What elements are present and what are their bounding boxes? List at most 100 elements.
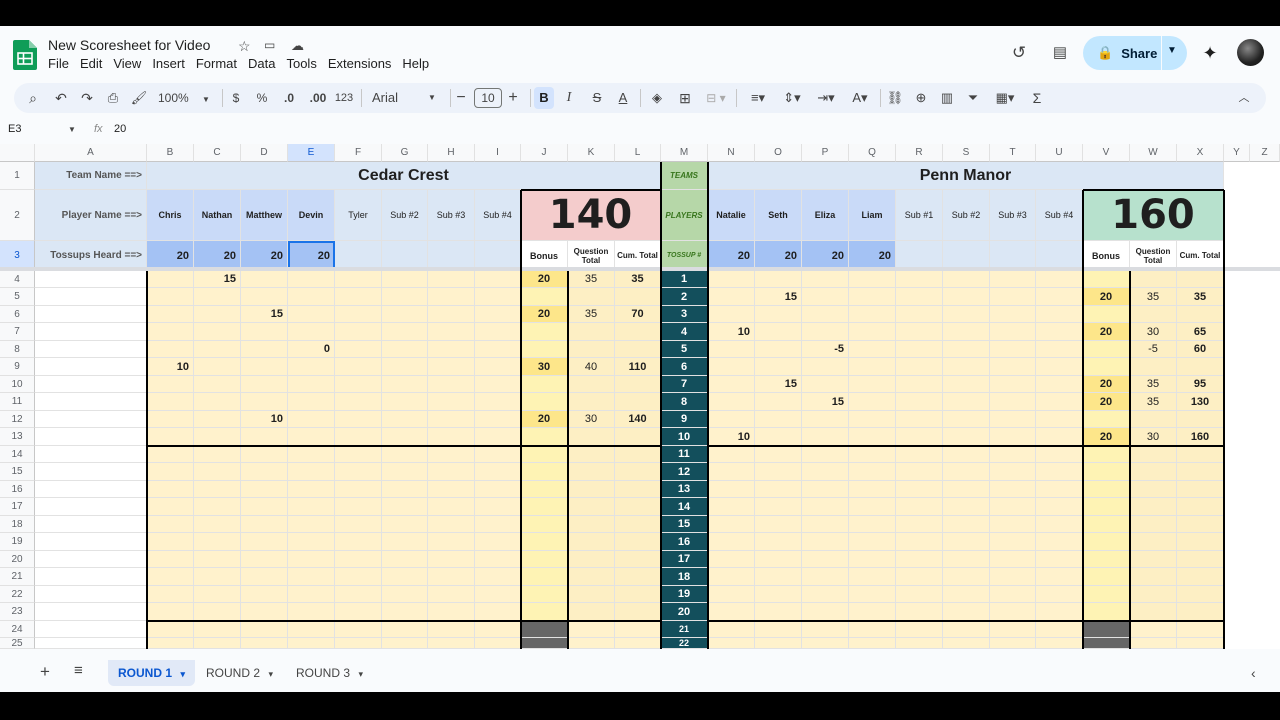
frozen-row-divider[interactable] [0, 267, 1280, 271]
document-title[interactable]: New Scoresheet for Video [48, 37, 210, 53]
total-cell[interactable] [568, 621, 615, 638]
score-cell[interactable] [849, 516, 896, 533]
score-cell[interactable] [708, 498, 755, 516]
score-cell[interactable] [382, 568, 428, 586]
score-cell[interactable] [708, 306, 755, 323]
total-cell[interactable] [1130, 498, 1177, 516]
score-cell[interactable] [1036, 516, 1083, 533]
score-cell[interactable] [896, 568, 943, 586]
score-cell[interactable] [241, 638, 288, 649]
score-cell[interactable] [802, 533, 849, 551]
score-cell[interactable] [990, 323, 1036, 341]
blank-cell[interactable] [35, 358, 147, 376]
bonus-value[interactable]: 20 [1083, 376, 1130, 393]
blank-cell[interactable] [35, 288, 147, 306]
blank-cell[interactable] [35, 446, 147, 463]
horizontal-align-icon[interactable]: ≡▾ [744, 87, 772, 109]
score-cell[interactable] [755, 323, 802, 341]
bonus-value[interactable]: 20 [1083, 288, 1130, 306]
row-header-24[interactable]: 24 [0, 621, 35, 638]
tossup-number[interactable]: 2 [661, 288, 708, 306]
score-cell[interactable] [194, 568, 241, 586]
score-cell[interactable] [849, 288, 896, 306]
score-cell[interactable] [194, 533, 241, 551]
score-cell[interactable] [943, 603, 990, 621]
score-cell[interactable] [849, 603, 896, 621]
score-cell[interactable] [428, 481, 475, 498]
team-name-penn-manor[interactable]: Penn Manor [708, 162, 1224, 190]
total-cell[interactable] [1130, 306, 1177, 323]
score-cell[interactable] [288, 323, 335, 341]
score-cell[interactable] [335, 551, 382, 568]
score-cell[interactable] [708, 533, 755, 551]
total-cell[interactable] [1130, 516, 1177, 533]
total-cell[interactable] [1177, 516, 1224, 533]
player-name-sub3[interactable]: Sub #3 [990, 190, 1036, 241]
score-cell[interactable] [755, 393, 802, 411]
collapse-toolbar-icon[interactable]: ︿ [1236, 87, 1252, 109]
tossup-number[interactable]: 19 [661, 586, 708, 603]
column-header-m[interactable]: M [661, 144, 708, 162]
score-cell[interactable] [382, 306, 428, 323]
score-cell[interactable] [382, 271, 428, 288]
score-cell[interactable] [849, 638, 896, 649]
tossup-number[interactable]: 10 [661, 428, 708, 446]
cum-total-value[interactable]: 60 [1177, 341, 1224, 358]
tossup-number[interactable]: 3 [661, 306, 708, 323]
insert-comment-icon[interactable]: ⊕ [912, 87, 930, 109]
tossup-number[interactable]: 1 [661, 271, 708, 288]
bonus-cell[interactable] [521, 638, 568, 649]
score-cell[interactable] [288, 603, 335, 621]
total-cell[interactable] [568, 428, 615, 446]
score-cell[interactable] [288, 411, 335, 428]
score-cell[interactable] [335, 323, 382, 341]
score-cell[interactable] [428, 341, 475, 358]
total-cell[interactable] [1177, 621, 1224, 638]
player-name-sub2[interactable]: Sub #2 [382, 190, 428, 241]
blank-cell[interactable] [35, 393, 147, 411]
column-header-o[interactable]: O [755, 144, 802, 162]
total-cell[interactable] [568, 446, 615, 463]
score-cell[interactable] [896, 376, 943, 393]
score-cell[interactable] [755, 586, 802, 603]
score-cell[interactable] [147, 603, 194, 621]
column-header-z[interactable]: Z [1250, 144, 1280, 162]
score-cell[interactable] [335, 288, 382, 306]
bonus-value[interactable]: 30 [521, 358, 568, 376]
total-cell[interactable] [568, 586, 615, 603]
score-cell[interactable] [335, 533, 382, 551]
score-cell[interactable] [147, 516, 194, 533]
cum-total-value[interactable]: 95 [1177, 376, 1224, 393]
score-cell[interactable] [147, 393, 194, 411]
total-cell[interactable] [568, 551, 615, 568]
bonus-cell[interactable] [521, 533, 568, 551]
score-cell[interactable] [802, 498, 849, 516]
total-cell[interactable] [568, 603, 615, 621]
score-cell[interactable] [708, 586, 755, 603]
text-wrapping-icon[interactable]: ⇥▾ [812, 87, 840, 109]
bonus-cell[interactable] [521, 586, 568, 603]
menu-format[interactable]: Format [196, 56, 243, 71]
total-cell[interactable] [615, 481, 661, 498]
total-cell[interactable] [615, 516, 661, 533]
blank-cell[interactable] [35, 551, 147, 568]
score-cell[interactable] [147, 568, 194, 586]
score-cell[interactable] [194, 463, 241, 481]
share-button[interactable]: 🔒 Share ▼ [1083, 36, 1187, 70]
score-cell[interactable] [990, 463, 1036, 481]
score-cell[interactable] [849, 481, 896, 498]
score-cell[interactable] [475, 568, 521, 586]
score-cell[interactable] [288, 586, 335, 603]
score-cell[interactable] [943, 481, 990, 498]
score-cell[interactable] [849, 271, 896, 288]
bonus-value[interactable]: 20 [1083, 393, 1130, 411]
score-cell[interactable] [1036, 288, 1083, 306]
score-cell[interactable] [1036, 306, 1083, 323]
blank-cell[interactable] [35, 271, 147, 288]
score-cell[interactable] [475, 516, 521, 533]
score-cell[interactable] [708, 463, 755, 481]
score-cell[interactable] [147, 551, 194, 568]
score-cell[interactable] [241, 341, 288, 358]
score-cell[interactable] [708, 341, 755, 358]
total-cell[interactable] [1130, 271, 1177, 288]
